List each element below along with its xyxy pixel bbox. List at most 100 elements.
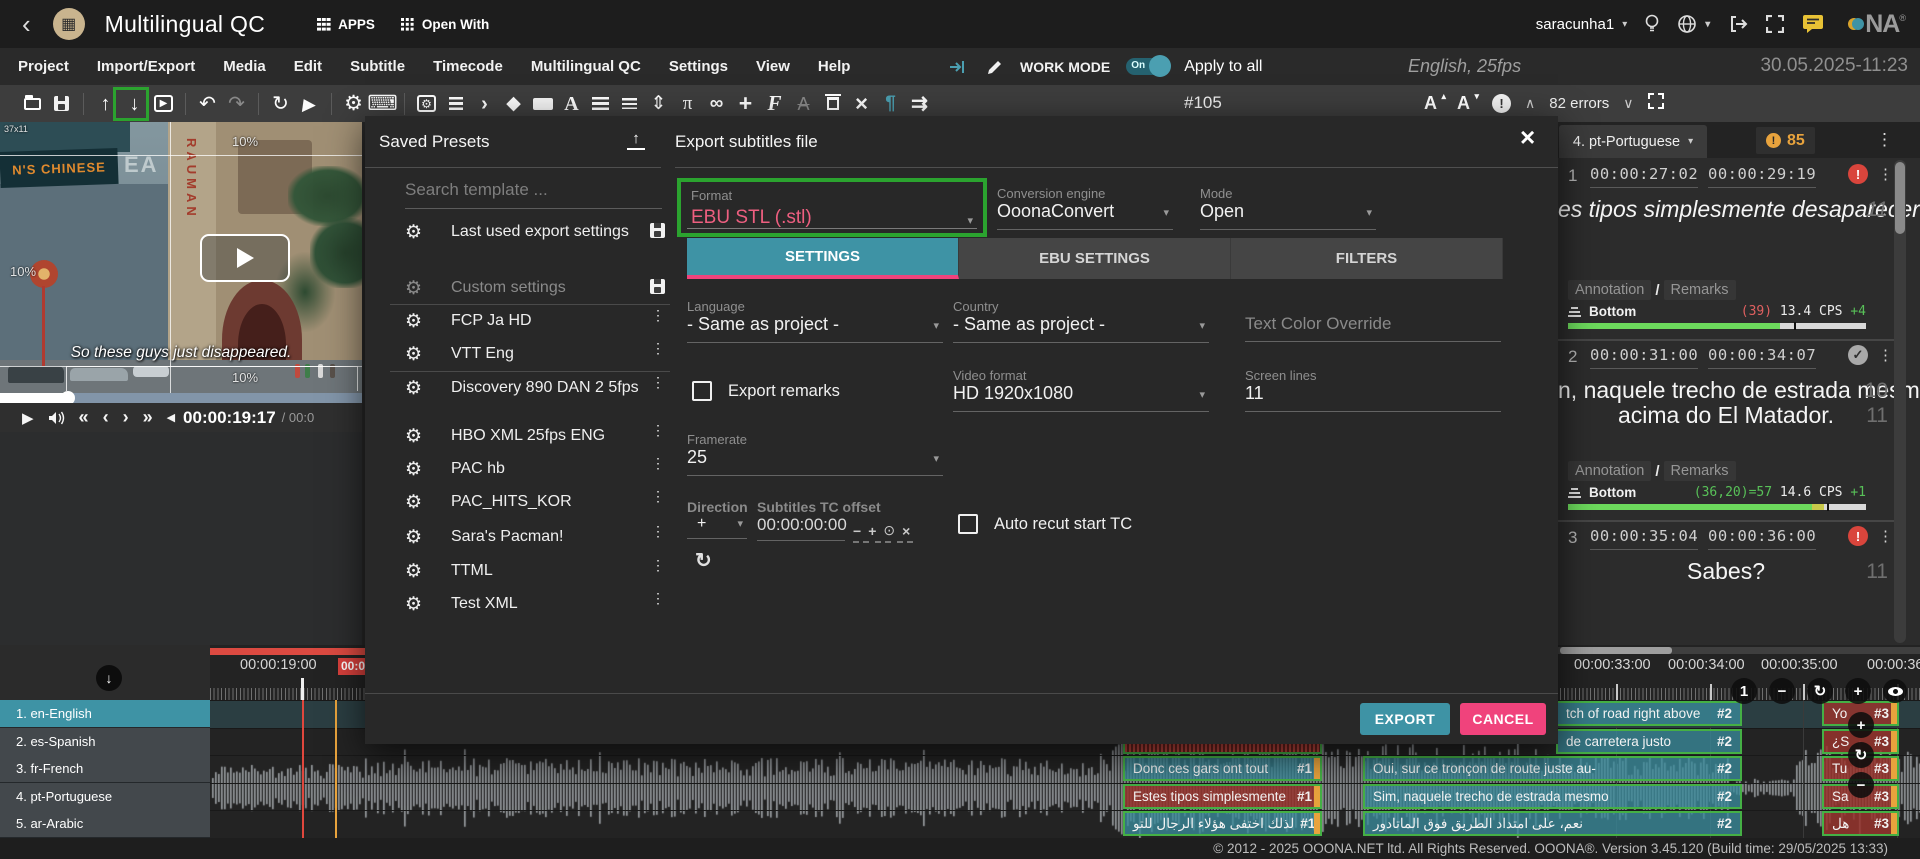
error-count-badge[interactable]: !85 bbox=[1756, 127, 1815, 154]
box-display-icon[interactable] bbox=[528, 89, 557, 119]
play-export-icon[interactable]: ▶ bbox=[149, 89, 178, 119]
track-reset-icon[interactable]: ↻ bbox=[1848, 742, 1874, 768]
track-es-spanish[interactable]: 2. es-Spanish bbox=[0, 728, 210, 756]
refresh-icon[interactable]: ↻ bbox=[266, 89, 295, 119]
search-input[interactable]: Search template ... bbox=[405, 180, 662, 209]
annotation-label[interactable]: Annotation bbox=[1568, 461, 1651, 481]
track-fr-french[interactable]: 3. fr-French bbox=[0, 755, 210, 783]
chat-icon[interactable] bbox=[1802, 14, 1824, 34]
open-with-button[interactable]: Open With bbox=[401, 17, 489, 32]
edit-pencil-icon[interactable] bbox=[986, 58, 1004, 76]
mode-field[interactable]: ModeOpen▾ bbox=[1200, 186, 1376, 230]
tab-pt-portuguese[interactable]: 4. pt-Portuguese▾ bbox=[1559, 125, 1707, 158]
subtitle-block-ar[interactable]: نعم، على امتداد الطريق فوق الماتادور#2 bbox=[1363, 811, 1742, 836]
logout-icon[interactable] bbox=[1728, 14, 1748, 34]
justify-icon[interactable] bbox=[586, 89, 615, 119]
work-mode-toggle[interactable]: On bbox=[1126, 58, 1168, 75]
preset-item[interactable]: ⚙Discovery 890 DAN 2 5fps⋮ bbox=[405, 379, 665, 399]
undo-icon[interactable]: ↶ bbox=[193, 89, 222, 119]
font-decrease-icon[interactable]: A▾ bbox=[1457, 93, 1470, 114]
entry-done-icon[interactable]: ✓ bbox=[1848, 345, 1868, 365]
tc-out[interactable]: 00:00:29:19 bbox=[1708, 165, 1816, 188]
preset-item[interactable]: ⚙FCP Ja HD⋮ bbox=[405, 312, 665, 332]
preset-item[interactable]: ⚙TTML⋮ bbox=[405, 562, 665, 582]
subtitle-block-es[interactable]: de carretera justo#2 bbox=[1556, 729, 1742, 754]
subtitle-entry[interactable]: 2 00:00:31:00 00:00:34:07 ✓ ⋮ n, naquele… bbox=[1558, 341, 1894, 520]
menu-help[interactable]: Help bbox=[818, 58, 851, 75]
menu-import-export[interactable]: Import/Export bbox=[97, 58, 195, 75]
menu-project[interactable]: Project bbox=[18, 58, 69, 75]
subtitle-block-pt[interactable]: Sim, naquele trecho de estrada mesmo#2 bbox=[1363, 784, 1742, 809]
playhead-line[interactable] bbox=[302, 700, 304, 838]
panel-menu-icon[interactable]: ⋮ bbox=[1876, 130, 1893, 150]
close-icon[interactable]: × bbox=[1520, 124, 1535, 150]
preset-item[interactable]: ⚙Test XML⋮ bbox=[405, 595, 665, 615]
secondary-playhead-line[interactable] bbox=[335, 700, 337, 838]
user-menu[interactable]: saracunha1▾ bbox=[1536, 16, 1627, 33]
error-count[interactable]: 82 errors bbox=[1549, 95, 1609, 112]
increase-icon[interactable]: + bbox=[868, 523, 876, 539]
subtitle-entry[interactable]: 3 00:00:35:04 00:00:36:00 ! ⋮ Sabes?11 bbox=[1558, 522, 1894, 642]
preset-menu-icon[interactable]: ⋮ bbox=[651, 379, 665, 385]
gear-box-icon[interactable]: ⚙ bbox=[412, 89, 441, 119]
screen-lines-field[interactable]: Screen lines11 bbox=[1245, 368, 1501, 412]
dock-pin-icon[interactable] bbox=[948, 59, 970, 75]
tab-ebu-settings[interactable]: EBU SETTINGS bbox=[959, 238, 1231, 279]
save-preset-icon[interactable] bbox=[650, 279, 665, 294]
subtitle-text-line[interactable]: acima do El Matador.11 bbox=[1558, 403, 1894, 428]
export-button[interactable]: EXPORT bbox=[1360, 703, 1450, 735]
video-format-field[interactable]: Video formatHD 1920x1080▾ bbox=[953, 368, 1209, 412]
entry-menu-icon[interactable]: ⋮ bbox=[1878, 165, 1893, 183]
format-field[interactable]: Format EBU STL (.stl) ▾ bbox=[677, 178, 987, 237]
next-error-icon[interactable]: ∨ bbox=[1623, 95, 1633, 112]
track-ar-arabic[interactable]: 5. ar-Arabic bbox=[0, 810, 210, 838]
country-field[interactable]: Country- Same as project -▾ bbox=[953, 299, 1209, 343]
remarks-label[interactable]: Remarks bbox=[1664, 461, 1736, 481]
subtitle-block-fr[interactable]: Oui, sur ce tronçon de route juste au-#2 bbox=[1363, 756, 1742, 781]
menu-timecode[interactable]: Timecode bbox=[433, 58, 503, 75]
font-increase-icon[interactable]: A▴ bbox=[1424, 93, 1437, 114]
entry-error-icon[interactable]: ! bbox=[1848, 164, 1868, 184]
subtitle-text-line[interactable]: n, naquele trecho de estrada mesmo10 bbox=[1558, 378, 1894, 403]
auto-recut-checkbox[interactable] bbox=[958, 514, 978, 534]
preset-menu-icon[interactable]: ⋮ bbox=[651, 312, 665, 318]
hint-bulb-icon[interactable] bbox=[1645, 14, 1659, 34]
open-project-icon[interactable] bbox=[18, 89, 47, 119]
subtitle-block-fr[interactable]: Donc ces gars ont tout#1 bbox=[1123, 756, 1322, 781]
menu-multilingual-qc[interactable]: Multilingual QC bbox=[531, 58, 641, 75]
prev-frame-icon[interactable]: ◀ bbox=[167, 411, 175, 424]
tc-offset-field[interactable]: 00:00:00:00 bbox=[757, 515, 845, 541]
recut-icon[interactable]: π bbox=[673, 89, 702, 119]
apply-to-all-label[interactable]: Apply to all bbox=[1184, 58, 1262, 76]
fullscreen-icon[interactable] bbox=[1766, 15, 1784, 33]
zoom-in-icon[interactable]: + bbox=[1845, 678, 1871, 704]
preset-menu-icon[interactable]: ⋮ bbox=[651, 427, 665, 433]
align-center-icon[interactable] bbox=[615, 89, 644, 119]
subtitle-block-ar[interactable]: لذلك اختفى هؤلاء الرجال للتو#1 bbox=[1123, 811, 1322, 836]
preset-item[interactable]: ⚙VTT Eng⋮ bbox=[405, 345, 665, 365]
preset-item[interactable]: ⚙HBO XML 25fps ENG⋮ bbox=[405, 427, 665, 447]
forward-icon[interactable]: › bbox=[123, 407, 129, 428]
menu-settings[interactable]: Settings bbox=[669, 58, 728, 75]
entry-menu-icon[interactable]: ⋮ bbox=[1878, 527, 1893, 545]
timeline-scroll-thumb[interactable] bbox=[1560, 647, 1672, 654]
list-icon[interactable] bbox=[441, 89, 470, 119]
reset-zoom-icon[interactable]: ↻ bbox=[1807, 678, 1833, 704]
save-icon[interactable] bbox=[47, 89, 76, 119]
video-progress-bar[interactable] bbox=[0, 393, 362, 403]
forward-more-icon[interactable]: » bbox=[143, 407, 153, 428]
decrease-icon[interactable]: − bbox=[853, 523, 861, 539]
apps-button[interactable]: APPS bbox=[317, 17, 375, 32]
rewind-more-icon[interactable]: « bbox=[79, 407, 89, 428]
italic-icon[interactable]: F bbox=[760, 89, 789, 119]
menu-view[interactable]: View bbox=[756, 58, 790, 75]
send-icon[interactable]: ▶ bbox=[293, 89, 326, 119]
chevron-right-icon[interactable]: › bbox=[470, 89, 499, 119]
add-icon[interactable]: + bbox=[731, 89, 760, 119]
reload-icon[interactable]: ↻ bbox=[695, 548, 712, 573]
track-pt-portuguese[interactable]: 4. pt-Portuguese bbox=[0, 783, 210, 811]
volume-icon[interactable] bbox=[48, 411, 65, 425]
subtitle-block-pt[interactable]: Estes tipos simplesmente#1 bbox=[1123, 784, 1322, 809]
close-sub-icon[interactable]: × bbox=[847, 89, 876, 119]
conversion-engine-field[interactable]: Conversion engineOoonaConvert▾ bbox=[997, 186, 1173, 230]
